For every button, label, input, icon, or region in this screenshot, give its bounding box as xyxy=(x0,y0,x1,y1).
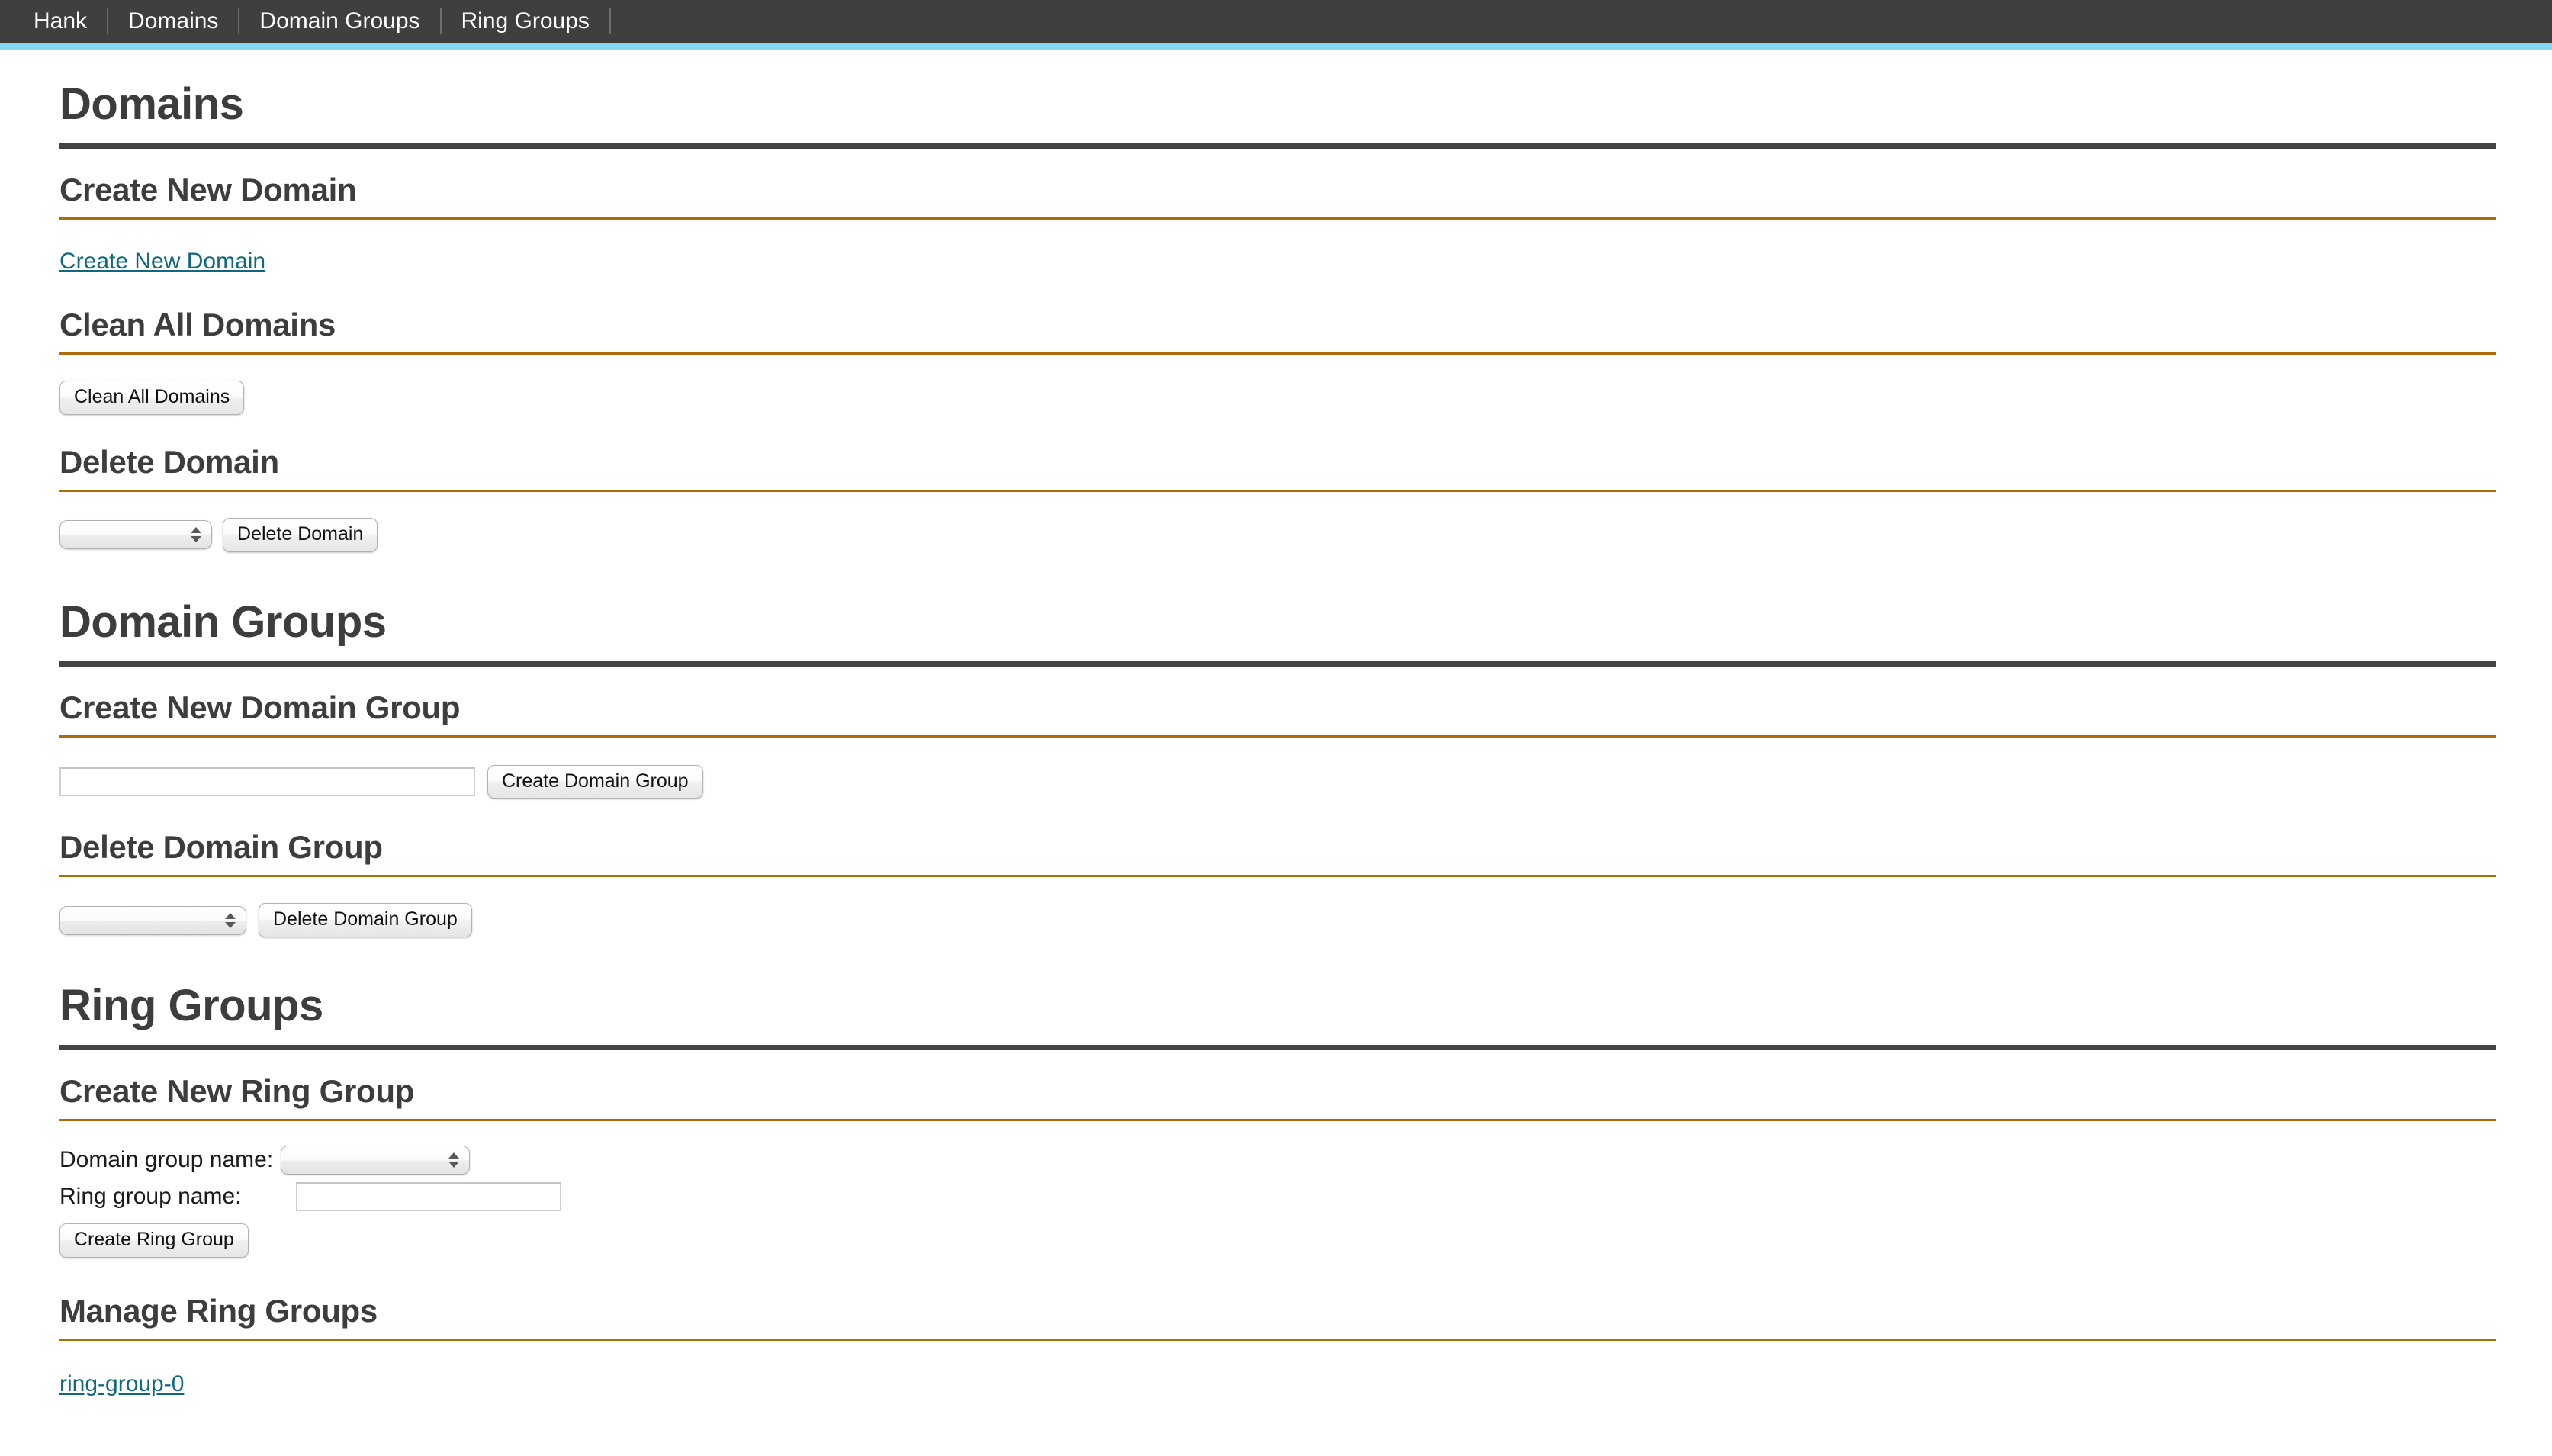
heading-delete-domain: Delete Domain xyxy=(59,443,279,480)
select-stepper-icon xyxy=(225,912,236,928)
heading-create-new-domain: Create New Domain xyxy=(59,172,357,207)
heading-delete-domain-group: Delete Domain Group xyxy=(59,829,383,866)
page-content: Domains Create New Domain Create New Dom… xyxy=(0,50,2552,1397)
delete-domain-group-button[interactable]: Delete Domain Group xyxy=(259,903,472,937)
ring-group-domain-group-row: Domain group name: xyxy=(59,1146,2552,1175)
ring-group-link[interactable]: ring-group-0 xyxy=(59,1371,184,1397)
delete-domain-group-select[interactable] xyxy=(59,905,246,935)
section-rule-domain-groups xyxy=(59,661,2496,667)
heading-create-new-domain-group: Create New Domain Group xyxy=(59,689,461,725)
delete-domain-group-form: Delete Domain Group xyxy=(59,903,2552,937)
heading-create-new-ring-group: Create New Ring Group xyxy=(59,1073,415,1109)
create-domain-group-button[interactable]: Create Domain Group xyxy=(487,764,703,799)
select-stepper-icon xyxy=(448,1152,460,1168)
delete-domain-select-value xyxy=(60,528,68,531)
nav-item-domain-groups[interactable]: Domain Groups xyxy=(239,0,439,43)
delete-domain-form: Delete Domain xyxy=(59,517,2552,552)
nav-item-hank[interactable]: Hank xyxy=(14,0,107,43)
section-rule-domains xyxy=(59,143,2496,149)
create-domain-group-form: Create Domain Group xyxy=(59,764,2552,799)
top-navigation-bar: Hank Domains Domain Groups Ring Groups xyxy=(0,0,2552,43)
page-title-domains: Domains xyxy=(59,79,244,129)
create-ring-group-button[interactable]: Create Ring Group xyxy=(59,1223,249,1258)
select-stepper-icon xyxy=(191,527,201,543)
domain-group-name-input[interactable] xyxy=(59,767,475,796)
create-new-domain-link[interactable]: Create New Domain xyxy=(59,249,265,274)
page-title-domain-groups: Domain Groups xyxy=(59,596,387,647)
domain-group-name-field[interactable] xyxy=(61,768,474,795)
nav-item-ring-groups[interactable]: Ring Groups xyxy=(442,0,609,43)
nav-item-domains[interactable]: Domains xyxy=(108,0,238,43)
delete-domain-select[interactable] xyxy=(59,520,212,550)
ring-group-name-input[interactable] xyxy=(296,1182,561,1211)
heading-clean-all-domains: Clean All Domains xyxy=(59,307,336,342)
delete-domain-group-select-value xyxy=(60,914,68,917)
clean-all-domains-button[interactable]: Clean All Domains xyxy=(59,381,245,415)
heading-manage-ring-groups: Manage Ring Groups xyxy=(59,1292,378,1329)
ring-group-name-label: Ring group name: xyxy=(59,1184,242,1209)
page-title-ring-groups: Ring Groups xyxy=(59,981,323,1030)
delete-domain-button[interactable]: Delete Domain xyxy=(223,517,378,552)
nav-accent-strip xyxy=(0,43,2552,50)
nav-divider xyxy=(609,8,611,34)
section-rule-ring-groups xyxy=(59,1045,2496,1050)
ring-group-domain-group-select[interactable] xyxy=(281,1146,471,1175)
ring-group-domain-group-value xyxy=(281,1153,289,1156)
domain-group-name-label: Domain group name: xyxy=(59,1147,274,1172)
ring-group-name-row: Ring group name: xyxy=(59,1182,2552,1211)
ring-group-name-field[interactable] xyxy=(297,1184,560,1210)
